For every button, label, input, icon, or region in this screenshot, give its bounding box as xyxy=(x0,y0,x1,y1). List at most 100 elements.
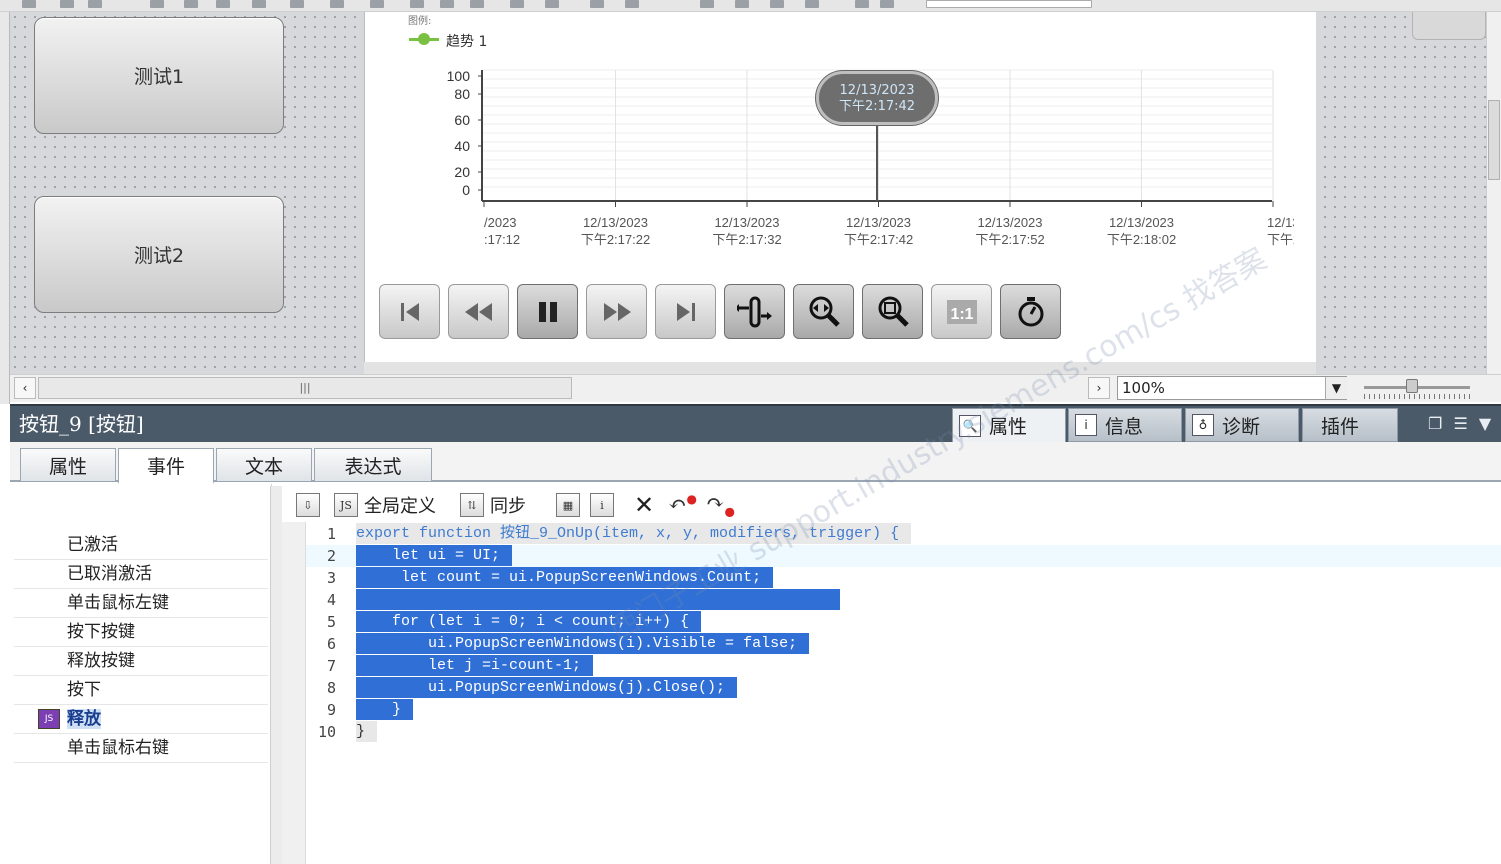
event-label: 已激活 xyxy=(67,535,118,555)
toolbar-icon[interactable] xyxy=(855,0,869,8)
subtab-events[interactable]: 事件 xyxy=(118,448,214,484)
toolbar-icon[interactable] xyxy=(625,0,639,8)
event-item-deactivated[interactable]: 已取消激活 xyxy=(14,561,268,589)
sync-label: 同步 xyxy=(490,496,526,517)
first-button[interactable] xyxy=(379,284,440,339)
vertical-scroll-thumb[interactable] xyxy=(1488,100,1500,180)
code-line-7[interactable]: let j =i-count-1; xyxy=(356,655,594,676)
toolbar-icon[interactable] xyxy=(545,0,559,8)
rewind-button[interactable] xyxy=(448,284,509,339)
event-item-right-click[interactable]: 单击鼠标右键 xyxy=(14,735,268,763)
forward-button[interactable] xyxy=(586,284,647,339)
horizontal-scroll-thumb[interactable]: ||| xyxy=(38,377,572,399)
screen-footer xyxy=(364,362,1316,374)
task-card-tab[interactable] xyxy=(1412,12,1486,40)
ruler-button[interactable] xyxy=(724,284,785,339)
toolbar-icon[interactable] xyxy=(510,0,524,8)
toolbar-icon[interactable] xyxy=(470,0,484,8)
hmi-button-test1[interactable]: 测试1 xyxy=(34,17,284,134)
toolbar-icon[interactable] xyxy=(216,0,230,8)
toolbar-icon[interactable] xyxy=(252,0,266,8)
toolbar-icon[interactable] xyxy=(60,0,74,8)
code-line-4[interactable] xyxy=(356,589,840,610)
main-toolbar xyxy=(0,0,1501,12)
pause-button[interactable] xyxy=(517,284,578,339)
clear-button[interactable]: ↷● xyxy=(706,491,735,518)
event-item-left-click[interactable]: 单击鼠标左键 xyxy=(14,590,268,618)
chevron-down-icon[interactable]: ▼ xyxy=(1479,414,1491,433)
tooltip-date: 12/13/2023 xyxy=(839,83,915,98)
toolbar-icon[interactable] xyxy=(184,0,198,8)
remove-breakpoint-button[interactable]: ↶● xyxy=(668,492,697,518)
event-item-activated[interactable]: 已激活 xyxy=(14,532,268,560)
hmi-button-test2[interactable]: 测试2 xyxy=(34,196,284,313)
original-view-button[interactable]: 1:1 xyxy=(931,284,992,339)
event-list-scrollbar[interactable] xyxy=(270,486,282,864)
snippets-button[interactable]: ▦ xyxy=(556,492,580,518)
event-item-key-down[interactable]: 按下按键 xyxy=(14,619,268,647)
tab-diagnostics[interactable]: ♁ 诊断 xyxy=(1185,408,1299,442)
info-button[interactable]: i xyxy=(590,492,614,518)
hmi-button-label: 测试2 xyxy=(133,245,185,267)
stopwatch-button[interactable] xyxy=(1000,284,1061,339)
event-label: 单击鼠标右键 xyxy=(67,738,169,758)
tab-label: 信息 xyxy=(1105,415,1144,438)
toolbar-icon[interactable] xyxy=(440,0,454,8)
toolbar-icon[interactable] xyxy=(410,0,424,8)
list-icon[interactable]: ☰ xyxy=(1453,414,1467,433)
code-line-9[interactable]: } xyxy=(356,699,414,720)
toolbar-icon[interactable] xyxy=(770,0,784,8)
subtab-expressions[interactable]: 表达式 xyxy=(314,448,432,482)
toolbar-icon[interactable] xyxy=(330,0,344,8)
sync-button[interactable]: ⇅ 同步 xyxy=(460,492,526,518)
event-label: 已取消激活 xyxy=(67,564,152,584)
window-controls[interactable]: ❐ ☰ ▼ xyxy=(1428,414,1498,434)
toolbar-icon[interactable] xyxy=(590,0,604,8)
toolbar-icon[interactable] xyxy=(880,0,894,8)
restore-icon[interactable]: ❐ xyxy=(1428,414,1442,433)
code-line-6[interactable]: ui.PopupScreenWindows(i).Visible = false… xyxy=(356,633,810,654)
chevron-down-icon[interactable]: ▼ xyxy=(1325,377,1347,399)
zoom-slider-thumb[interactable] xyxy=(1406,379,1418,393)
toolbar-icon[interactable] xyxy=(22,0,36,8)
y-tick-label: 40 xyxy=(454,138,470,154)
inspector-title: 按钮_9 [按钮] xyxy=(19,412,144,436)
code-line-10[interactable]: } xyxy=(356,721,378,742)
delete-button[interactable]: ✕ xyxy=(634,491,654,519)
toolbar-search-input[interactable] xyxy=(926,0,1092,8)
toolbar-icon[interactable] xyxy=(150,0,164,8)
last-button[interactable] xyxy=(655,284,716,339)
global-definition-button[interactable]: JS 全局定义 xyxy=(334,492,436,518)
stopwatch-icon xyxy=(1015,295,1047,329)
toolbar-icon[interactable] xyxy=(88,0,102,8)
code-line-8[interactable]: ui.PopupScreenWindows(j).Close(); xyxy=(356,677,738,698)
scroll-left-button[interactable]: ‹ xyxy=(14,377,36,399)
hmi-button-label: 测试1 xyxy=(133,66,185,88)
snippets-icon: ▦ xyxy=(556,493,580,517)
zoom-select[interactable]: 100% xyxy=(1117,376,1347,400)
scroll-right-button[interactable]: › xyxy=(1088,377,1110,399)
toolbar-icon[interactable] xyxy=(735,0,749,8)
event-label: 按下 xyxy=(67,680,101,700)
toolbar-icon[interactable] xyxy=(805,0,819,8)
toolbar-icon[interactable] xyxy=(290,0,304,8)
event-item-key-up[interactable]: 释放按键 xyxy=(14,648,268,676)
subtab-properties[interactable]: 属性 xyxy=(20,448,116,482)
x-tick-time: 下午2:17:42 xyxy=(844,232,913,247)
tab-info[interactable]: i 信息 xyxy=(1068,408,1182,442)
vertical-scrollbar[interactable] xyxy=(1486,12,1501,374)
toolbar-icon[interactable] xyxy=(700,0,714,8)
y-tick-label: 0 xyxy=(462,182,470,198)
toolbar-icon[interactable] xyxy=(370,0,384,8)
zoom-time-button[interactable] xyxy=(862,284,923,339)
event-label: 释放 xyxy=(67,709,101,729)
code-line-2[interactable]: let ui = UI; xyxy=(356,545,513,566)
zoom-area-button[interactable] xyxy=(793,284,854,339)
event-item-press[interactable]: 按下 xyxy=(14,677,268,705)
script-icon: JS xyxy=(38,709,60,729)
tab-plugins[interactable]: 插件 xyxy=(1302,408,1398,442)
x-tick-time: 下午2:17:52 xyxy=(975,232,1044,247)
y-tick-label: 80 xyxy=(454,86,470,102)
subtab-text[interactable]: 文本 xyxy=(216,448,312,482)
save-script-button[interactable]: ⇩ xyxy=(296,492,320,518)
